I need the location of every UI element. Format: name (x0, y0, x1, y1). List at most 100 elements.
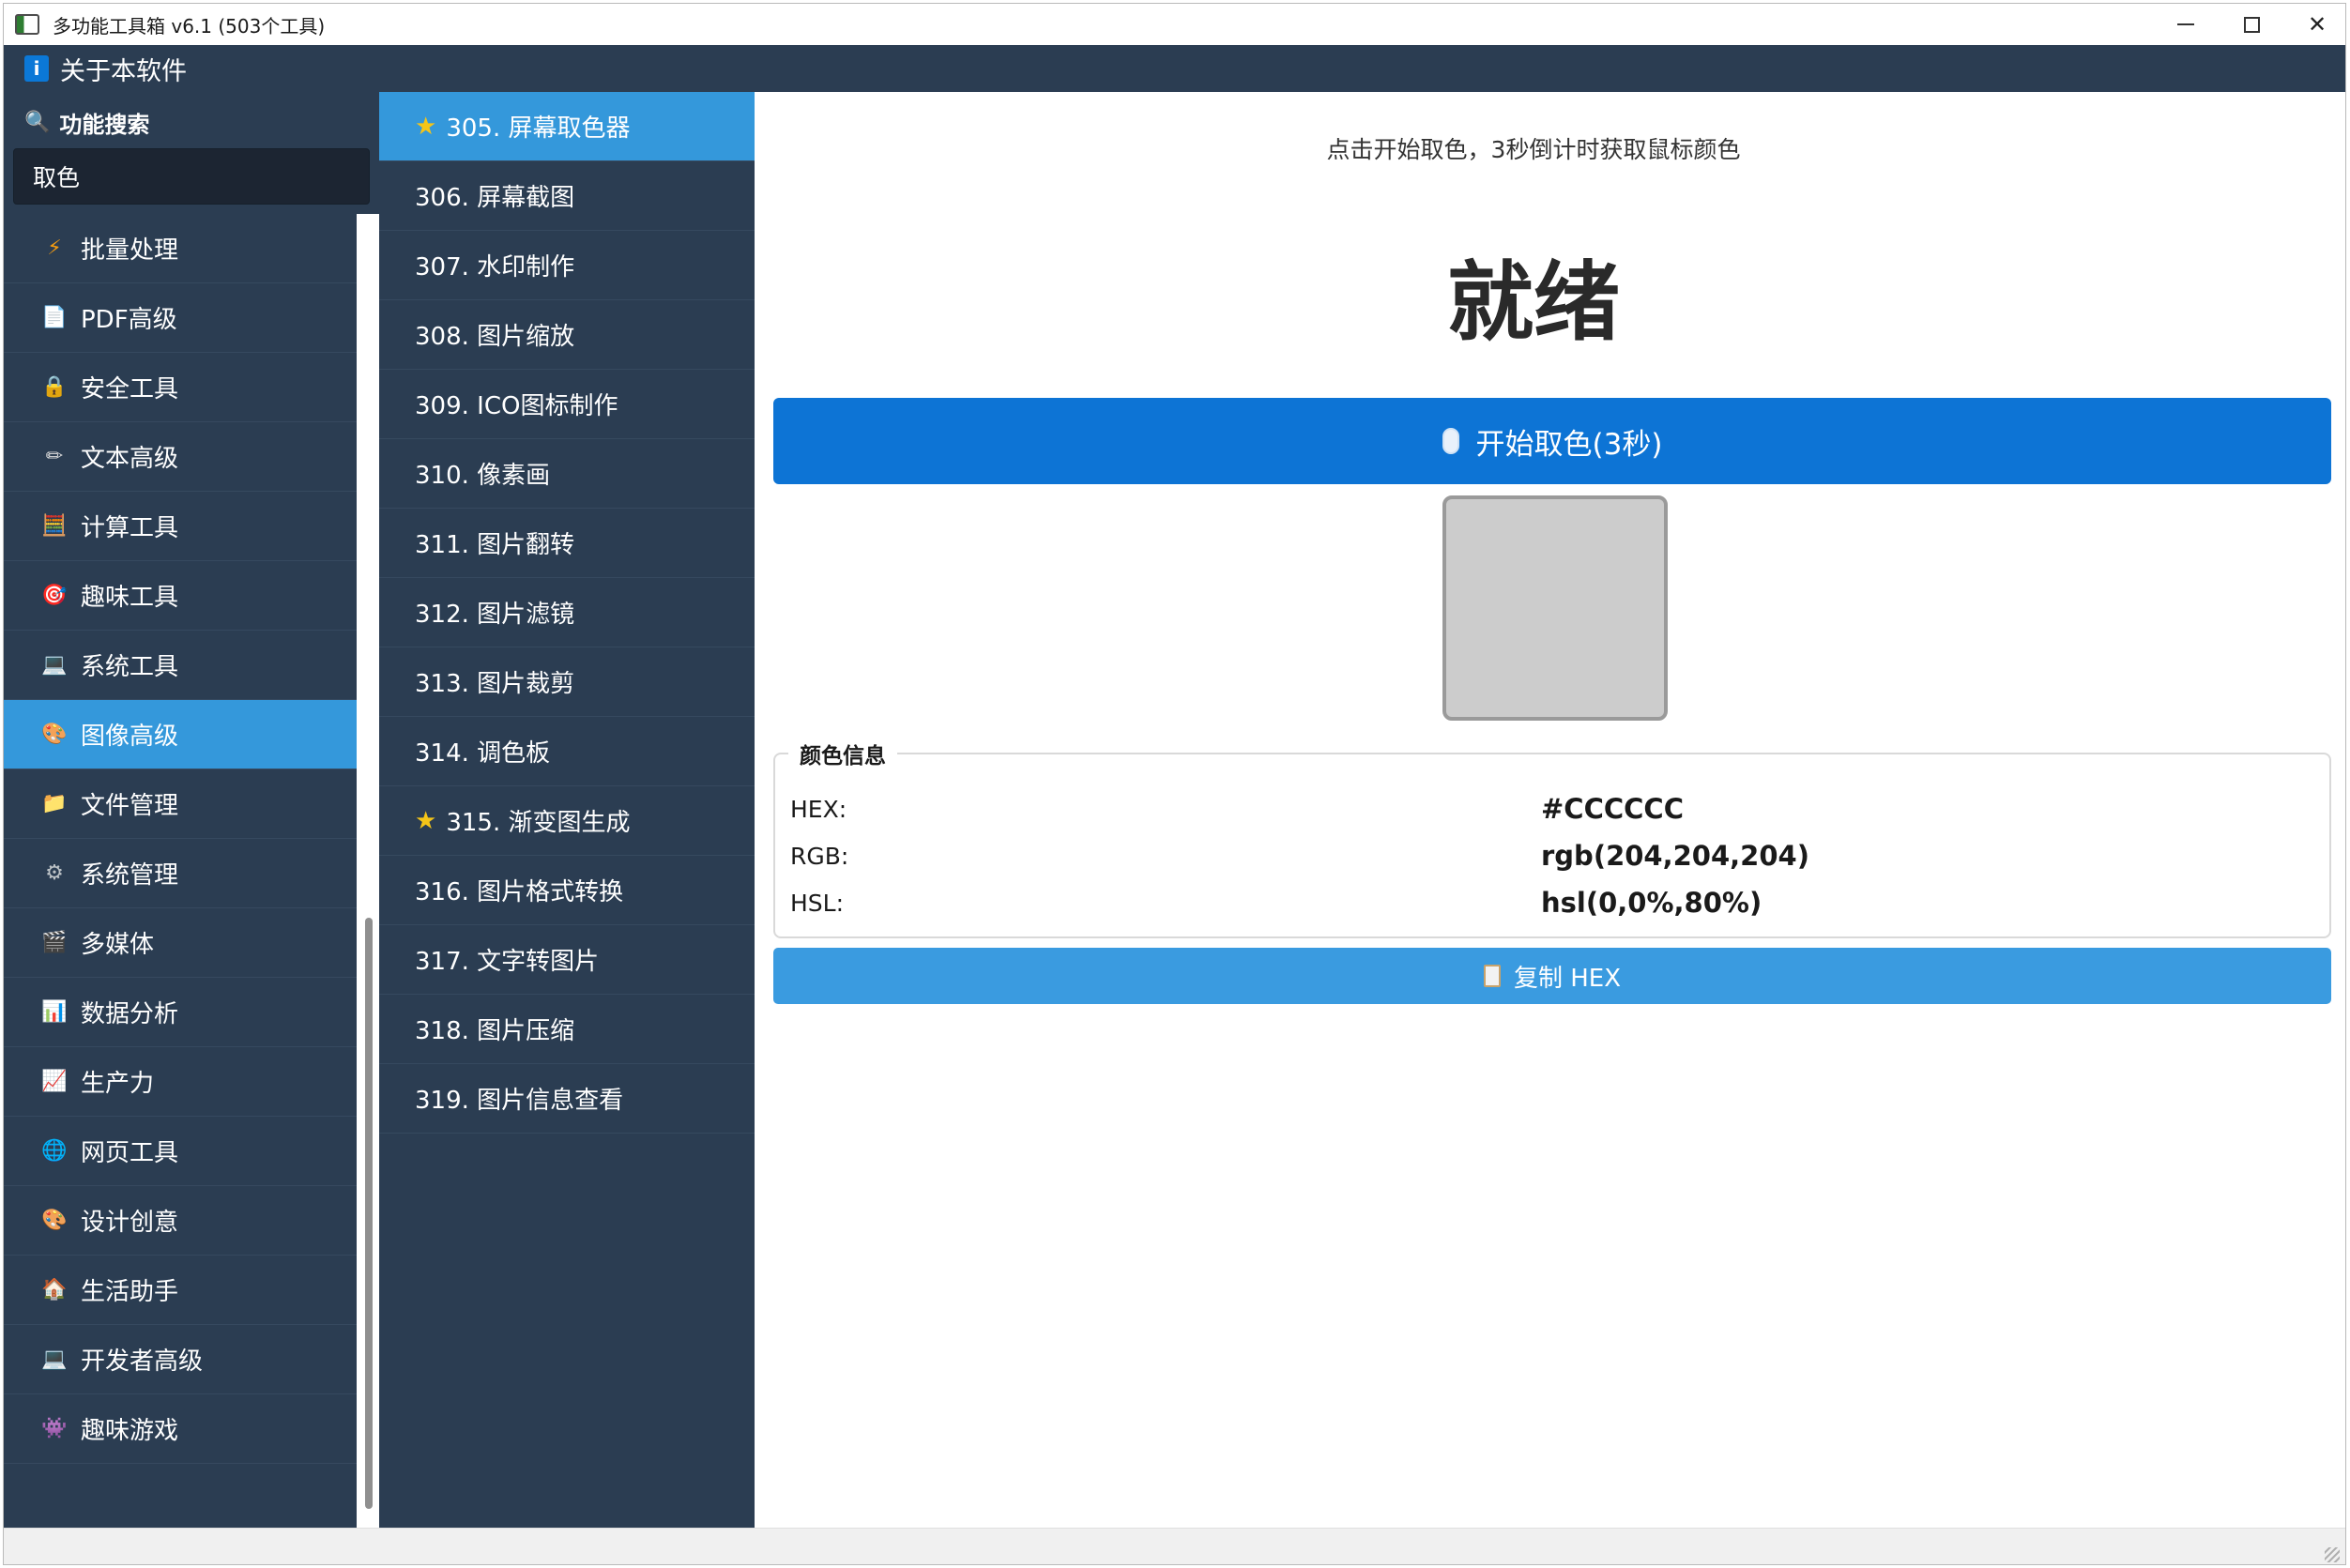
gear-icon: ⚙ (45, 861, 64, 885)
document-icon: 📄 (41, 306, 68, 329)
maximize-button[interactable] (2219, 4, 2284, 45)
sidebar-item-5[interactable]: 🎯 趣味工具 (4, 561, 357, 631)
tool-item-label: 315. 渐变图生成 (446, 809, 631, 837)
sidebar-item-7[interactable]: 🎨 图像高级 (4, 700, 357, 769)
search-input[interactable] (13, 148, 370, 205)
sidebar-item-8[interactable]: 📁 文件管理 (4, 769, 357, 839)
rgb-label: RGB: (790, 842, 849, 870)
tool-item-label: 312. 图片滤镜 (415, 601, 575, 629)
category-sidebar: 🔍 功能搜索 ⚡ 批量处理 📄 PDF高级 🔒 安全工具 ✏ 文本高级 🧮 计算工具 🎯 趣味工具 💻 系… (4, 92, 379, 1528)
sidebar-item-14[interactable]: 🎨 设计创意 (4, 1186, 357, 1256)
sidebar-item-label: 系统管理 (81, 861, 179, 890)
tool-item-label: 310. 像素画 (415, 462, 551, 490)
sidebar-item-16[interactable]: 💻 开发者高级 (4, 1325, 357, 1394)
search-label: 功能搜索 (59, 111, 150, 138)
target-icon: 🎯 (41, 584, 68, 607)
tool-item-label: 313. 图片裁剪 (415, 670, 575, 698)
tool-item-label: 306. 屏幕截图 (415, 184, 575, 212)
tool-item-6[interactable]: 311. 图片翻转 (379, 509, 755, 578)
sidebar-item-label: PDF高级 (81, 306, 177, 334)
window-title: 多功能工具箱 v6.1 (503个工具) (53, 14, 326, 38)
hex-row: HEX: #CCCCCC (790, 790, 1684, 828)
sidebar-item-label: 趣味工具 (81, 584, 179, 612)
tool-item-3[interactable]: 308. 图片缩放 (379, 300, 755, 370)
sidebar-item-17[interactable]: 👾 趣味游戏 (4, 1394, 357, 1464)
color-picker-panel: 点击开始取色，3秒倒计时获取鼠标颜色 就绪 开始取色(3秒) 颜色信息 HEX:… (755, 92, 2345, 1528)
tool-item-9[interactable]: 314. 调色板 (379, 717, 755, 786)
tool-item-label: 309. ICO图标制作 (415, 392, 618, 420)
start-pick-button[interactable]: 开始取色(3秒) (773, 398, 2331, 484)
copy-hex-label: 复制 HEX (1513, 964, 1622, 993)
sidebar-item-0[interactable]: ⚡ 批量处理 (4, 214, 357, 283)
resize-grip-icon[interactable] (2325, 1547, 2340, 1562)
sidebar-item-3[interactable]: ✏ 文本高级 (4, 422, 357, 492)
sidebar-item-2[interactable]: 🔒 安全工具 (4, 353, 357, 422)
sidebar-item-4[interactable]: 🧮 计算工具 (4, 492, 357, 561)
bar-chart-icon: 📊 (41, 1000, 68, 1024)
tool-item-7[interactable]: 312. 图片滤镜 (379, 578, 755, 647)
category-scrollbar[interactable] (357, 214, 379, 1528)
magnifier-icon: 🔍 (24, 110, 51, 134)
clapper-icon: 🎬 (41, 931, 68, 954)
sidebar-item-label: 生产力 (81, 1070, 155, 1098)
palette-icon: 🎨 (41, 1209, 68, 1232)
color-swatch (1442, 495, 1668, 721)
about-menu-item[interactable]: 关于本软件 (60, 51, 187, 87)
sidebar-item-label: 批量处理 (81, 236, 179, 265)
abacus-icon: 🧮 (41, 514, 68, 538)
sidebar-item-1[interactable]: 📄 PDF高级 (4, 283, 357, 353)
sidebar-item-6[interactable]: 💻 系统工具 (4, 631, 357, 700)
minimize-button[interactable] (2153, 4, 2219, 45)
copy-hex-button[interactable]: 复制 HEX (773, 948, 2331, 1004)
sidebar-item-9[interactable]: ⚙ 系统管理 (4, 839, 357, 908)
globe-icon: 🌐 (41, 1139, 68, 1163)
star-icon: ★ (415, 112, 437, 141)
tool-item-14[interactable]: 319. 图片信息查看 (379, 1064, 755, 1134)
palette-icon: 🎨 (41, 723, 68, 746)
rgb-value[interactable]: rgb(204,204,204) (1541, 840, 1809, 872)
tool-item-label: 308. 图片缩放 (415, 323, 575, 351)
hex-value[interactable]: #CCCCCC (1541, 793, 1684, 825)
sidebar-item-12[interactable]: 📈 生产力 (4, 1047, 357, 1117)
tool-item-8[interactable]: 313. 图片裁剪 (379, 647, 755, 717)
tool-item-13[interactable]: 318. 图片压缩 (379, 995, 755, 1064)
hsl-value[interactable]: hsl(0,0%,80%) (1541, 887, 1762, 919)
tool-item-label: 314. 调色板 (415, 739, 551, 768)
tool-item-4[interactable]: 309. ICO图标制作 (379, 370, 755, 439)
tool-list: ★ 305. 屏幕取色器 306. 屏幕截图 307. 水印制作 308. 图片缩放 30… (379, 92, 755, 1528)
sidebar-item-label: 系统工具 (81, 653, 179, 681)
sidebar-item-label: 生活助手 (81, 1278, 179, 1306)
tool-item-10[interactable]: ★ 315. 渐变图生成 (379, 786, 755, 856)
tool-item-2[interactable]: 307. 水印制作 (379, 231, 755, 300)
sidebar-item-13[interactable]: 🌐 网页工具 (4, 1117, 357, 1186)
sidebar-item-label: 计算工具 (81, 514, 179, 542)
tool-item-label: 316. 图片格式转换 (415, 878, 624, 906)
search-header: 🔍 功能搜索 (24, 105, 149, 139)
sidebar-item-label: 设计创意 (81, 1209, 179, 1237)
status-bar (4, 1528, 2345, 1564)
minimize-icon (2177, 23, 2194, 25)
sidebar-item-label: 图像高级 (81, 723, 179, 751)
clipboard-icon (1483, 965, 1501, 987)
app-window: 多功能工具箱 v6.1 (503个工具) ✕ i 关于本软件 🔍 功能搜索 ⚡ 批… (3, 3, 2346, 1565)
sidebar-item-10[interactable]: 🎬 多媒体 (4, 908, 357, 978)
sidebar-item-11[interactable]: 📊 数据分析 (4, 978, 357, 1047)
tool-item-11[interactable]: 316. 图片格式转换 (379, 856, 755, 925)
sidebar-item-label: 开发者高级 (81, 1347, 204, 1376)
close-icon: ✕ (2307, 11, 2327, 38)
tool-item-1[interactable]: 306. 屏幕截图 (379, 161, 755, 231)
monitor-icon: 💻 (41, 653, 68, 677)
scrollbar-thumb[interactable] (365, 918, 373, 1509)
mouse-icon (1442, 428, 1459, 454)
tool-item-5[interactable]: 310. 像素画 (379, 439, 755, 509)
title-bar: 多功能工具箱 v6.1 (503个工具) ✕ (4, 4, 2345, 45)
sidebar-item-15[interactable]: 🏠 生活助手 (4, 1256, 357, 1325)
sidebar-item-label: 安全工具 (81, 375, 179, 403)
color-info-group: 颜色信息 HEX: #CCCCCC RGB: rgb(204,204,204) … (773, 738, 2331, 938)
hsl-row: HSL: hsl(0,0%,80%) (790, 884, 1762, 921)
sidebar-item-label: 多媒体 (81, 931, 155, 959)
game-icon: 👾 (41, 1417, 68, 1440)
close-button[interactable]: ✕ (2284, 4, 2345, 45)
tool-item-12[interactable]: 317. 文字转图片 (379, 925, 755, 995)
tool-item-0[interactable]: ★ 305. 屏幕取色器 (379, 92, 755, 161)
